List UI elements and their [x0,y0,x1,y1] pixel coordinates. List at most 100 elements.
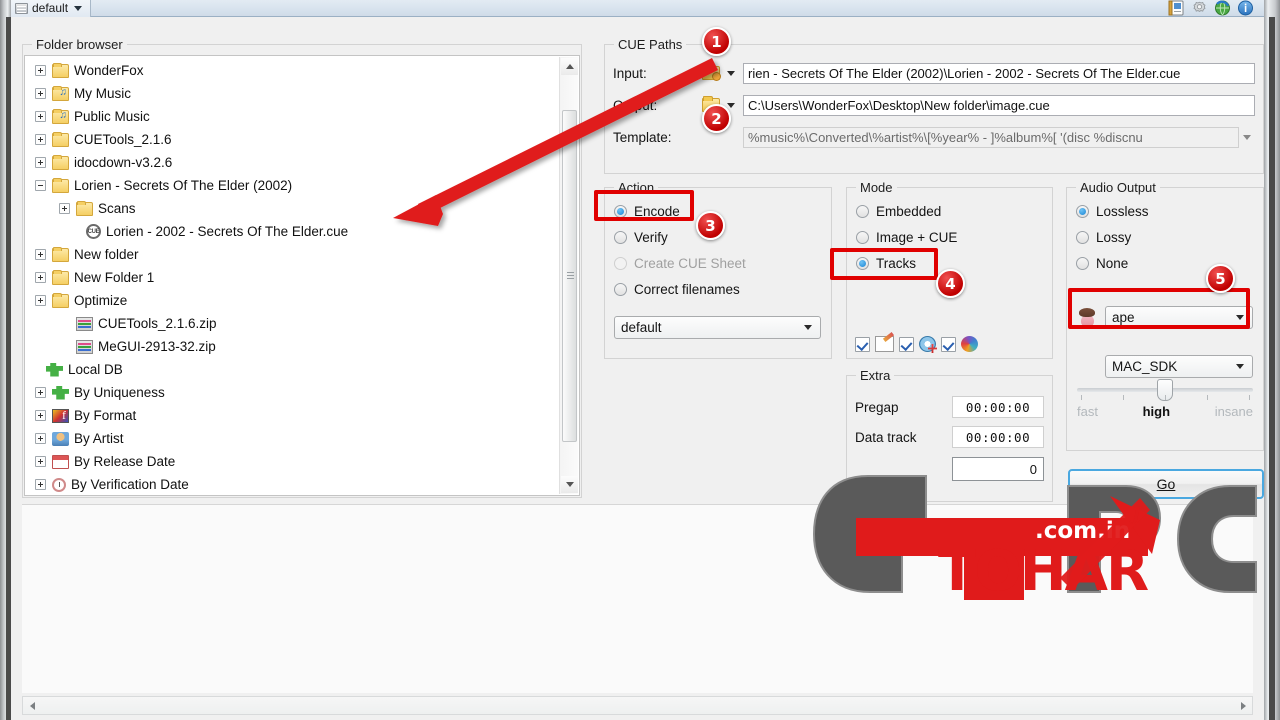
tree-item[interactable]: Lorien - Secrets Of The Elder (2002) [25,174,559,197]
tree-item[interactable]: idocdown-v3.2.6 [25,151,559,174]
tree-expander-plus-icon[interactable] [35,295,46,306]
tree-item-label: MeGUI-2913-32.zip [98,338,216,354]
tree-expander-minus-icon[interactable] [35,180,46,191]
scroll-up-button[interactable] [561,58,578,75]
tree-expander-plus-icon[interactable] [35,456,46,467]
action-encode-radio[interactable]: Encode [605,198,831,224]
input-history-chevron-down-icon[interactable] [727,70,735,76]
datatrack-row: Data track 00:00:00 [855,424,1044,450]
audio-format-combo[interactable]: ape [1105,306,1253,329]
edit-cue-icon[interactable] [875,336,894,352]
tree-item[interactable]: CUE Lorien - 2002 - Secrets Of The Elder.… [25,220,559,243]
output-browse-button[interactable] [699,95,723,115]
audio-lossy-radio[interactable]: Lossy [1067,224,1263,250]
folder-browser-group: Folder browser WonderFox My Music Public M… [22,37,582,498]
quality-slider[interactable] [1077,379,1253,401]
tree-item[interactable]: CUETools_2.1.6.zip [25,312,559,335]
action-correct-filenames-radio[interactable]: Correct filenames [605,276,831,302]
folder-open-icon [702,64,721,81]
tree-expander-plus-icon[interactable] [35,410,46,421]
tree-item[interactable]: By Format [25,404,559,427]
tree-expander-plus-icon[interactable] [35,111,46,122]
tree-expander-plus-icon[interactable] [35,479,46,490]
radio-indicator [1076,230,1089,244]
tree-expander-plus-icon[interactable] [59,203,70,214]
input-path-field[interactable]: rien - Secrets Of The Elder (2002)\Lorie… [743,62,1255,84]
tree-item[interactable]: WonderFox [25,59,559,82]
clock-icon [52,477,66,492]
tree-expander-plus-icon[interactable] [35,88,46,99]
folder-tree-scrollbar[interactable] [559,57,578,494]
puzzle-icon [46,362,63,377]
tree-expander-plus-icon[interactable] [35,249,46,260]
tree-item[interactable]: Public Music [25,105,559,128]
tree-item[interactable]: By Verification Date [25,473,559,495]
tree-item[interactable]: My Music [25,82,559,105]
datatrack-field[interactable]: 00:00:00 [952,426,1044,448]
tree-item[interactable]: CUETools_2.1.6 [25,128,559,151]
tree-expander-plus-icon[interactable] [35,433,46,444]
radio-indicator [614,256,627,270]
go-button[interactable]: Go [1068,469,1264,499]
template-field[interactable]: %music%\Converted\%artist%\[%year% - ]%a… [743,126,1239,148]
action-verify-radio[interactable]: Verify [605,224,831,250]
tree-item-label: By Uniqueness [74,384,165,400]
chevron-down-icon [804,325,812,330]
mode-title: Mode [856,180,897,195]
gear-icon[interactable] [1191,0,1208,16]
tree-item[interactable]: Optimize [25,289,559,312]
output-path-field[interactable]: C:\Users\WonderFox\Desktop\New folder\im… [743,94,1255,116]
mode-embedded-radio[interactable]: Embedded [847,198,1052,224]
tree-expander-plus-icon[interactable] [35,65,46,76]
tree-item[interactable]: By Release Date [25,450,559,473]
scroll-left-button[interactable] [24,698,40,713]
number-field[interactable]: 0 [952,457,1044,481]
scroll-down-button[interactable] [561,476,578,493]
action-title: Action [614,180,659,195]
output-label: Output: [613,97,658,113]
log-panel [22,504,1253,693]
audio-encoder-combo[interactable]: MAC_SDK [1105,355,1253,378]
output-history-chevron-down-icon[interactable] [727,102,735,108]
tree-expander-plus-icon[interactable] [35,157,46,168]
preset-dropdown[interactable]: default [11,0,92,17]
cue-paths-group: CUE Paths Input: rien - Secrets Of The E… [604,37,1264,174]
tree-item[interactable]: New folder [25,243,559,266]
folder-tree[interactable]: WonderFox My Music Public Music CUETools_2.… [24,55,580,496]
mode-image-cue-radio[interactable]: Image + CUE [847,224,1052,250]
tree-expander-plus-icon[interactable] [35,387,46,398]
tree-item[interactable]: By Uniqueness [25,381,559,404]
scroll-thumb[interactable] [562,110,577,442]
checkbox-2[interactable] [899,336,914,352]
mode-tracks-radio[interactable]: Tracks [847,250,1052,276]
audio-output-title: Audio Output [1076,180,1160,195]
quality-label-fast: fast [1077,404,1098,419]
action-profile-combo[interactable]: default [614,316,821,339]
tree-item[interactable]: Local DB [25,358,559,381]
chevron-down-icon [74,5,83,11]
input-row: Input: rien - Secrets Of The Elder (2002… [613,61,1255,85]
tree-expander-plus-icon[interactable] [35,272,46,283]
tree-item[interactable]: MeGUI-2913-32.zip [25,335,559,358]
globe-refresh-icon[interactable] [1214,0,1231,16]
input-browse-button[interactable] [699,63,723,83]
info-icon[interactable] [1237,0,1254,16]
checkbox-1[interactable] [855,336,870,352]
tree-expander-plus-icon[interactable] [35,134,46,145]
audio-lossless-radio[interactable]: Lossless [1067,198,1263,224]
pregap-field[interactable]: 00:00:00 [952,396,1044,418]
checkbox-3[interactable] [941,336,956,352]
window-right-border-inner [1269,17,1275,720]
add-disc-icon[interactable] [919,336,936,352]
mode-toggle-row [855,336,978,352]
audio-none-radio[interactable]: None [1067,250,1263,276]
report-icon[interactable] [1168,0,1185,16]
tree-item[interactable]: New Folder 1 [25,266,559,289]
folder-icon [52,177,69,193]
tree-item[interactable]: By Artist [25,427,559,450]
color-sphere-icon[interactable] [961,336,978,352]
tree-item[interactable]: Scans [25,197,559,220]
horizontal-scrollbar[interactable] [22,696,1253,715]
template-chevron-down-icon[interactable] [1239,134,1255,140]
scroll-right-button[interactable] [1235,698,1251,713]
